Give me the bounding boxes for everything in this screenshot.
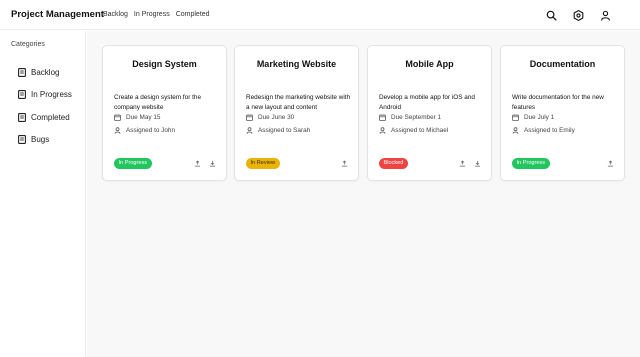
sidebar-item-completed[interactable]: Completed xyxy=(18,106,72,129)
card-title: Documentation xyxy=(529,59,596,69)
download-icon[interactable] xyxy=(208,159,217,168)
calendar-icon xyxy=(512,114,519,121)
user-icon xyxy=(246,127,253,134)
upload-icon[interactable] xyxy=(340,159,349,168)
status-badge: In Progress xyxy=(512,158,550,169)
search-icon[interactable] xyxy=(544,8,558,22)
calendar-icon xyxy=(114,114,121,121)
nav-link-in-progress[interactable]: In Progress xyxy=(134,11,170,18)
due-date-text: Due September 1 xyxy=(391,114,442,121)
gear-icon[interactable] xyxy=(571,8,585,22)
due-date: Due May 15 xyxy=(114,114,160,121)
sidebar: Categories Backlog In Progress Completed… xyxy=(0,31,86,357)
download-icon[interactable] xyxy=(473,159,482,168)
project-card-design-system[interactable]: Design System Create a design system for… xyxy=(102,45,227,181)
sidebar-list: Backlog In Progress Completed Bugs xyxy=(18,61,72,151)
project-card-mobile-app[interactable]: Mobile App Develop a mobile app for iOS … xyxy=(367,45,492,181)
upload-icon[interactable] xyxy=(193,159,202,168)
user-icon xyxy=(512,127,519,134)
card-description: Create a design system for the company w… xyxy=(114,94,202,111)
board-icon xyxy=(18,67,26,77)
user-icon xyxy=(114,127,121,134)
upload-icon[interactable] xyxy=(606,159,615,168)
app-title: Project Management xyxy=(11,9,104,20)
assignee-text: Assigned to Sarah xyxy=(258,127,311,134)
status-badge: In Progress xyxy=(114,158,152,169)
due-date: Due September 1 xyxy=(379,114,441,121)
assignee: Assigned to Michael xyxy=(379,127,448,134)
main-content: Design System Create a design system for… xyxy=(87,31,640,357)
assignee: Assigned to Emily xyxy=(512,127,575,134)
status-badge: Blocked xyxy=(379,158,408,169)
user-icon xyxy=(379,127,386,134)
sidebar-title: Categories xyxy=(11,41,45,48)
sidebar-item-backlog[interactable]: Backlog xyxy=(18,61,72,84)
due-date: Due July 1 xyxy=(512,114,554,121)
calendar-icon xyxy=(379,114,386,121)
nav-link-backlog[interactable]: Backlog xyxy=(103,11,128,18)
assignee: Assigned to John xyxy=(114,127,175,134)
card-description: Redesign the marketing website with a ne… xyxy=(246,94,351,111)
sidebar-item-label: Backlog xyxy=(31,67,60,77)
card-actions xyxy=(340,159,349,168)
calendar-icon xyxy=(246,114,253,121)
assignee-text: Assigned to Michael xyxy=(391,127,449,134)
card-description: Write documentation for the new features xyxy=(512,94,604,111)
due-date-text: Due June 30 xyxy=(258,114,295,121)
sidebar-item-in-progress[interactable]: In Progress xyxy=(18,84,72,107)
card-title: Design System xyxy=(132,59,197,69)
sidebar-item-label: In Progress xyxy=(31,90,72,100)
due-date: Due June 30 xyxy=(246,114,294,121)
header-actions xyxy=(544,8,612,22)
top-nav: Backlog In Progress Completed xyxy=(103,11,210,18)
top-bar: Project Management Backlog In Progress C… xyxy=(0,0,640,30)
board-icon xyxy=(18,90,26,100)
sidebar-item-bugs[interactable]: Bugs xyxy=(18,129,72,152)
assignee-text: Assigned to Emily xyxy=(524,127,575,134)
sidebar-item-label: Bugs xyxy=(31,135,50,145)
assignee: Assigned to Sarah xyxy=(246,127,310,134)
project-card-marketing-website[interactable]: Marketing Website Redesign the marketing… xyxy=(234,45,359,181)
nav-link-completed[interactable]: Completed xyxy=(176,11,210,18)
status-badge: In Review xyxy=(246,158,280,169)
card-description: Develop a mobile app for iOS and Android xyxy=(379,94,475,111)
card-title: Marketing Website xyxy=(256,59,337,69)
upload-icon[interactable] xyxy=(458,159,467,168)
sidebar-item-label: Completed xyxy=(31,112,70,122)
project-card-documentation[interactable]: Documentation Write documentation for th… xyxy=(500,45,625,181)
due-date-text: Due May 15 xyxy=(126,114,161,121)
card-title: Mobile App xyxy=(405,59,454,69)
board-icon xyxy=(18,135,26,145)
assignee-text: Assigned to John xyxy=(126,127,176,134)
card-actions xyxy=(606,159,615,168)
card-actions xyxy=(193,159,217,168)
due-date-text: Due July 1 xyxy=(524,114,555,121)
board-icon xyxy=(18,112,26,122)
user-icon[interactable] xyxy=(598,8,612,22)
card-actions xyxy=(458,159,482,168)
